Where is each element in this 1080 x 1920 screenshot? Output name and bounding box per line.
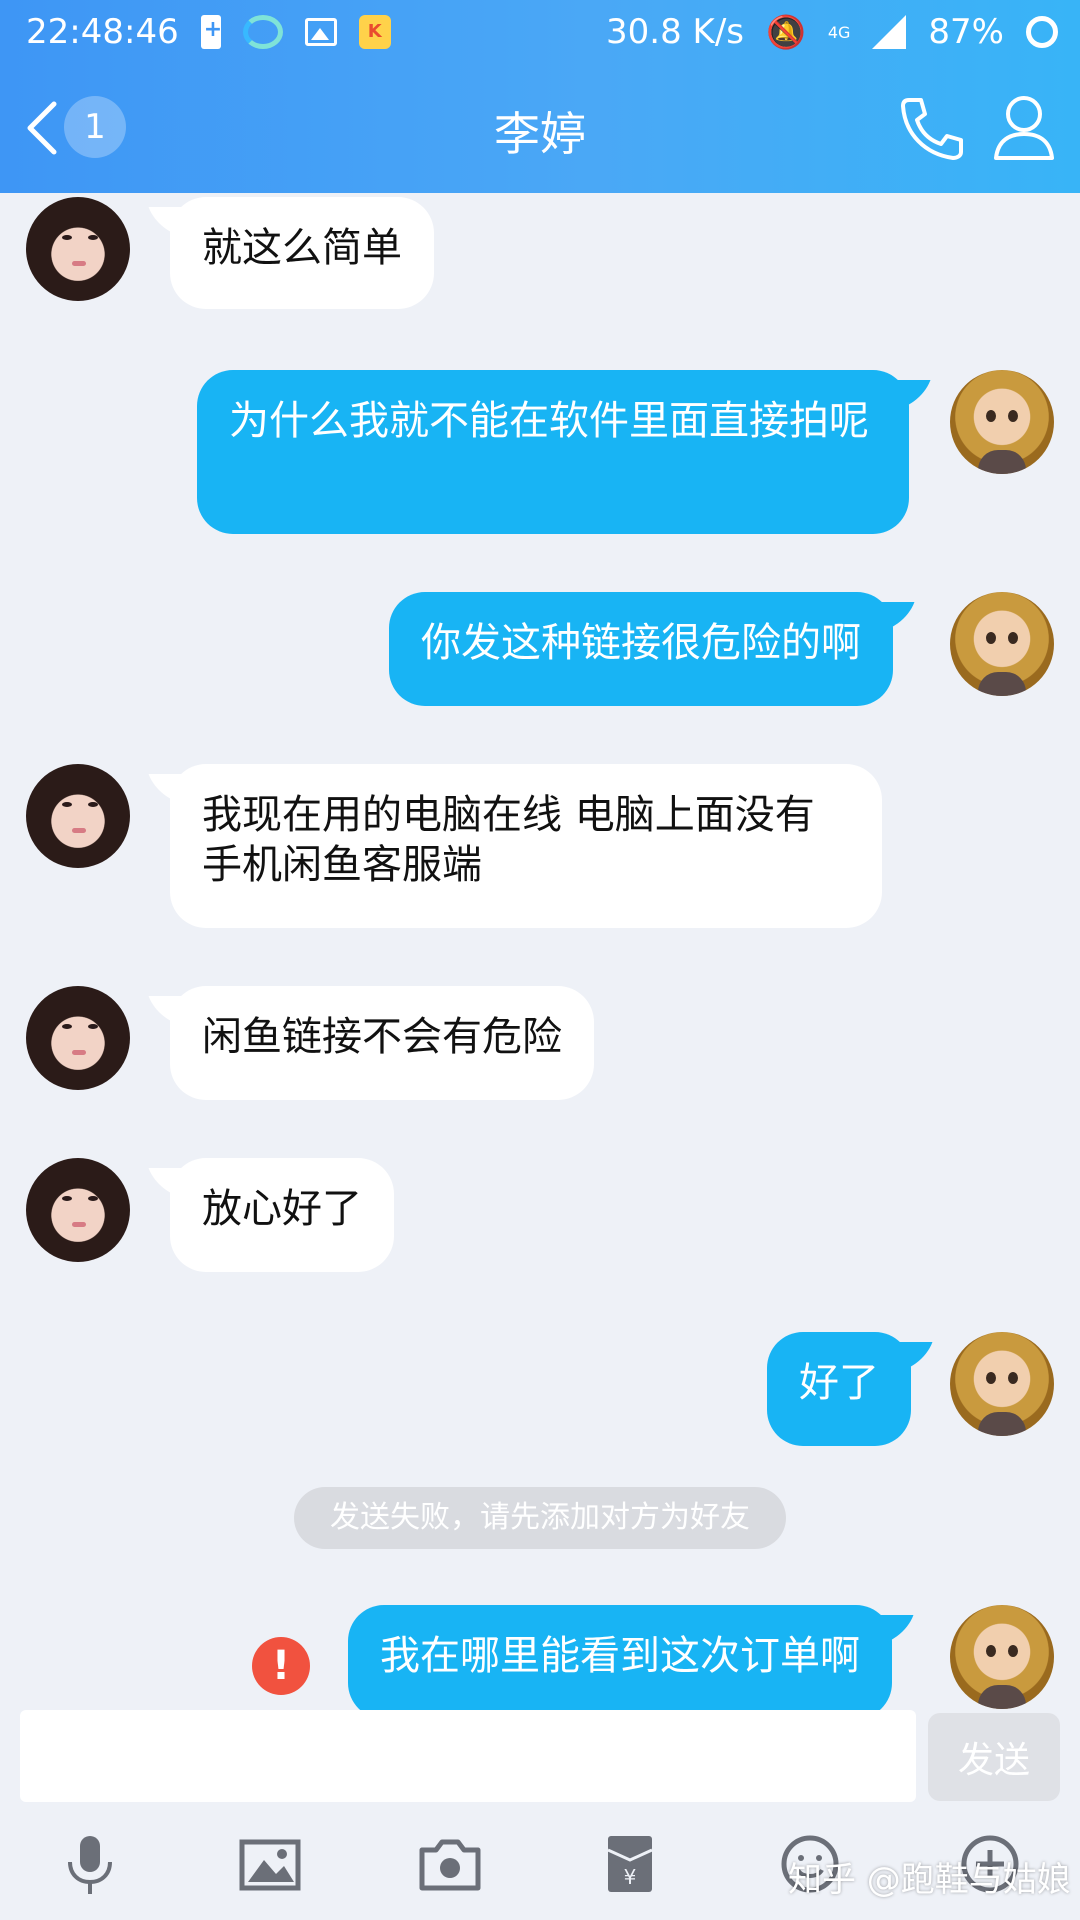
self-avatar[interactable] xyxy=(950,1332,1054,1436)
outgoing-message-failed[interactable]: 我在哪里能看到这次订单啊 xyxy=(348,1605,892,1710)
incoming-message[interactable]: 我现在用的电脑在线 电脑上面没有手机闲鱼客服端 xyxy=(170,764,882,928)
status-bar: 22:48:46 K 30.8 K/s 🔕 4G 87% xyxy=(0,0,1080,64)
self-avatar[interactable] xyxy=(950,592,1054,696)
message-text: 好了 xyxy=(799,1360,879,1406)
contact-avatar[interactable] xyxy=(26,197,130,301)
incoming-message[interactable]: 闲鱼链接不会有危险 xyxy=(170,986,594,1100)
signal-icon xyxy=(872,15,907,49)
incoming-message[interactable]: 放心好了 xyxy=(170,1158,394,1272)
microphone-icon[interactable] xyxy=(58,1832,122,1896)
carrier-icon xyxy=(242,15,283,49)
outgoing-message[interactable]: 为什么我就不能在软件里面直接拍呢 xyxy=(197,370,909,534)
toolbar: ¥ 知乎 @跑鞋与姑娘 xyxy=(0,1802,1080,1920)
message-text: 我现在用的电脑在线 电脑上面没有手机闲鱼客服端 xyxy=(202,792,815,888)
status-right: 30.8 K/s 🔕 4G 87% xyxy=(606,12,1058,52)
message-text: 为什么我就不能在软件里面直接拍呢 xyxy=(229,398,869,444)
message-text: 你发这种链接很危险的啊 xyxy=(421,620,861,666)
image-icon[interactable] xyxy=(238,1832,302,1896)
message-text: 放心好了 xyxy=(202,1186,362,1232)
send-failed-icon[interactable]: ! xyxy=(252,1637,310,1695)
app-notification-icon: K xyxy=(358,15,391,49)
self-avatar[interactable] xyxy=(950,1605,1054,1709)
message-text: 我在哪里能看到这次订单啊 xyxy=(380,1633,860,1679)
input-bar: 发送 xyxy=(0,1710,1080,1802)
status-time: 22:48:46 xyxy=(26,12,179,52)
mute-bell-icon: 🔕 xyxy=(766,13,806,51)
watermark: 知乎 @跑鞋与姑娘 xyxy=(788,1860,1071,1900)
outgoing-message[interactable]: 好了 xyxy=(767,1332,911,1446)
image-notification-icon xyxy=(304,18,337,46)
network-type: 4G xyxy=(827,22,851,42)
status-left: 22:48:46 K xyxy=(26,12,391,52)
contact-avatar[interactable] xyxy=(26,986,130,1090)
header: 22:48:46 K 30.8 K/s 🔕 4G 87% 1 李婷 xyxy=(0,0,1080,193)
send-button[interactable]: 发送 xyxy=(928,1713,1060,1801)
message-text: 就这么简单 xyxy=(202,225,402,271)
message-input[interactable] xyxy=(20,1710,916,1802)
contact-avatar[interactable] xyxy=(26,1158,130,1262)
send-failed-notice: 发送失败，请先添加对方为好友 xyxy=(294,1487,786,1549)
battery-charge-icon xyxy=(200,15,222,49)
self-avatar[interactable] xyxy=(950,370,1054,474)
incoming-message[interactable]: 就这么简单 xyxy=(170,197,434,309)
outgoing-message[interactable]: 你发这种链接很危险的啊 xyxy=(389,592,893,706)
network-speed: 30.8 K/s xyxy=(606,12,744,52)
battery-percent: 87% xyxy=(928,12,1004,52)
camera-icon[interactable] xyxy=(418,1832,482,1896)
battery-ring-icon xyxy=(1026,16,1058,48)
svg-text:¥: ¥ xyxy=(624,1865,637,1889)
profile-icon[interactable] xyxy=(990,92,1058,164)
phone-icon[interactable] xyxy=(895,92,967,164)
chat-area[interactable]: 就这么简单 为什么我就不能在软件里面直接拍呢 你发这种链接很危险的啊 我现在用的… xyxy=(0,193,1080,1710)
message-text: 闲鱼链接不会有危险 xyxy=(202,1014,562,1060)
contact-avatar[interactable] xyxy=(26,764,130,868)
nav-bar: 1 李婷 xyxy=(0,64,1080,193)
red-packet-icon[interactable]: ¥ xyxy=(598,1832,662,1896)
